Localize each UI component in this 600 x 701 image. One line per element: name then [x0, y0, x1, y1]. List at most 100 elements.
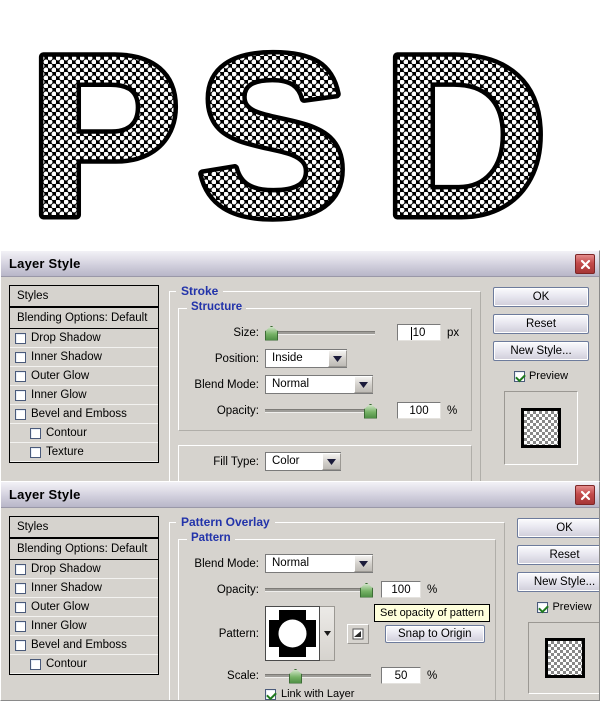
new-style-button[interactable]: New Style...: [516, 572, 599, 592]
checkbox-contour[interactable]: [30, 658, 41, 670]
styles-item-blending-options[interactable]: Blending Options: Default: [10, 539, 158, 560]
styles-item-bevel-and-emboss[interactable]: Bevel and Emboss: [10, 636, 158, 655]
styles-item-inner-glow[interactable]: Inner Glow: [10, 617, 158, 636]
styles-item-label: Inner Glow: [31, 389, 87, 401]
pattern-picker[interactable]: [265, 606, 335, 661]
blend-mode-select[interactable]: Normal: [265, 554, 373, 573]
new-style-button[interactable]: New Style...: [493, 341, 589, 361]
checkbox-inner-glow[interactable]: [15, 389, 26, 401]
position-label: Position:: [214, 352, 259, 365]
size-input[interactable]: 10: [397, 324, 441, 341]
checkbox-inner-shadow[interactable]: [15, 351, 26, 363]
chevron-down-icon[interactable]: [354, 555, 373, 572]
styles-column: Styles Blending Options: Default Drop Sh…: [9, 285, 159, 475]
checkbox-preview[interactable]: [513, 370, 525, 382]
blend-mode-value: Normal: [266, 555, 354, 572]
ok-button[interactable]: OK: [493, 287, 589, 307]
styles-item-outer-glow[interactable]: Outer Glow: [10, 598, 158, 617]
fill-type-select[interactable]: Color: [265, 452, 341, 471]
blend-mode-select[interactable]: Normal: [265, 375, 373, 394]
opacity-slider[interactable]: [265, 403, 377, 419]
styles-list[interactable]: Styles Blending Options: Default Drop Sh…: [9, 285, 159, 463]
preview-toggle[interactable]: Preview: [537, 601, 592, 613]
checkbox-drop-shadow[interactable]: [15, 332, 26, 344]
reset-button[interactable]: Reset: [516, 545, 599, 565]
chevron-down-icon[interactable]: [328, 350, 347, 367]
opacity-label: Opacity:: [216, 404, 259, 417]
scale-slider-knob[interactable]: [289, 668, 302, 684]
layer-style-dialog-stroke[interactable]: Layer Style Styles Blending Options: Def…: [0, 250, 600, 482]
styles-item-label: Contour: [46, 427, 87, 439]
titlebar[interactable]: Layer Style: [1, 482, 599, 508]
styles-list[interactable]: Styles Blending Options: Default Drop Sh…: [9, 516, 159, 675]
opacity-slider-track[interactable]: [265, 408, 375, 413]
checkbox-inner-glow[interactable]: [15, 620, 26, 632]
pattern-thumbnail[interactable]: [265, 606, 320, 661]
styles-item-contour[interactable]: Contour: [10, 655, 158, 674]
styles-item-drop-shadow[interactable]: Drop Shadow: [10, 329, 158, 348]
styles-item-outer-glow[interactable]: Outer Glow: [10, 367, 158, 386]
opacity-input[interactable]: 100: [381, 581, 421, 598]
checkbox-drop-shadow[interactable]: [15, 563, 26, 575]
scale-label: Scale:: [227, 669, 259, 682]
new-preset-button[interactable]: [347, 623, 369, 644]
styles-item-inner-shadow[interactable]: Inner Shadow: [10, 579, 158, 598]
scale-slider-track[interactable]: [265, 673, 371, 678]
styles-item-texture[interactable]: Texture: [10, 443, 158, 462]
styles-item-contour[interactable]: Contour: [10, 424, 158, 443]
size-slider-track[interactable]: [265, 330, 375, 335]
styles-item-bevel-and-emboss[interactable]: Bevel and Emboss: [10, 405, 158, 424]
styles-item-label: Drop Shadow: [31, 563, 101, 575]
position-select[interactable]: Inside: [265, 349, 347, 368]
position-row: Position: Inside: [189, 349, 461, 368]
checkbox-texture[interactable]: [30, 446, 41, 458]
snap-to-origin-button[interactable]: Snap to Origin: [385, 624, 485, 643]
blend-mode-label: Blend Mode:: [194, 378, 259, 391]
layer-style-dialog-pattern-overlay[interactable]: Layer Style Styles Blending Options: Def…: [0, 481, 600, 701]
blend-mode-row: Blend Mode: Normal: [189, 554, 485, 573]
chevron-down-icon[interactable]: [322, 453, 341, 470]
blend-mode-value: Normal: [266, 376, 354, 393]
checkbox-contour[interactable]: [30, 427, 41, 439]
checkbox-outer-glow[interactable]: [15, 370, 26, 382]
checkbox-preview[interactable]: [537, 601, 549, 613]
checkbox-link-with-layer[interactable]: [265, 688, 276, 700]
checkbox-bevel-and-emboss[interactable]: [15, 639, 26, 651]
styles-item-label: Bevel and Emboss: [31, 639, 127, 651]
size-slider-knob[interactable]: [265, 325, 278, 341]
scale-slider[interactable]: [265, 668, 371, 684]
opacity-slider-knob[interactable]: [360, 582, 373, 598]
opacity-label: Opacity:: [216, 583, 259, 596]
opacity-slider-knob[interactable]: [364, 403, 377, 419]
opacity-input[interactable]: 100: [397, 402, 441, 419]
chevron-down-icon[interactable]: [354, 376, 373, 393]
checkbox-inner-shadow[interactable]: [15, 582, 26, 594]
styles-item-blending-options[interactable]: Blending Options: Default: [10, 308, 158, 329]
pattern-preview-svg: [266, 607, 319, 660]
pattern-label: Pattern:: [218, 627, 259, 640]
close-icon[interactable]: [575, 485, 595, 505]
styles-item-label: Outer Glow: [31, 601, 90, 613]
titlebar[interactable]: Layer Style: [1, 251, 599, 277]
opacity-slider-track[interactable]: [265, 587, 371, 592]
fill-type-row: Fill Type: Color: [189, 452, 461, 471]
checkbox-bevel-and-emboss[interactable]: [15, 408, 26, 420]
size-slider[interactable]: [265, 325, 375, 341]
checkbox-outer-glow[interactable]: [15, 601, 26, 613]
reset-button[interactable]: Reset: [493, 314, 589, 334]
blend-mode-label: Blend Mode:: [194, 557, 259, 570]
opacity-slider[interactable]: [265, 582, 373, 598]
scale-input[interactable]: 50: [381, 667, 421, 684]
styles-item-inner-glow[interactable]: Inner Glow: [10, 386, 158, 405]
preview-pattern-swatch: [544, 638, 585, 678]
close-icon[interactable]: [575, 254, 595, 274]
scale-row: Scale: 50 %: [189, 666, 485, 685]
pattern-dropdown-arrow-icon[interactable]: [320, 606, 335, 661]
styles-item-drop-shadow[interactable]: Drop Shadow: [10, 560, 158, 579]
ok-button[interactable]: OK: [516, 518, 599, 538]
styles-item-label: Outer Glow: [31, 370, 90, 382]
psd-artwork: P S D: [0, 0, 600, 240]
preview-toggle[interactable]: Preview: [513, 370, 568, 382]
styles-item-inner-shadow[interactable]: Inner Shadow: [10, 348, 158, 367]
link-with-layer-toggle[interactable]: Link with Layer: [265, 688, 485, 700]
